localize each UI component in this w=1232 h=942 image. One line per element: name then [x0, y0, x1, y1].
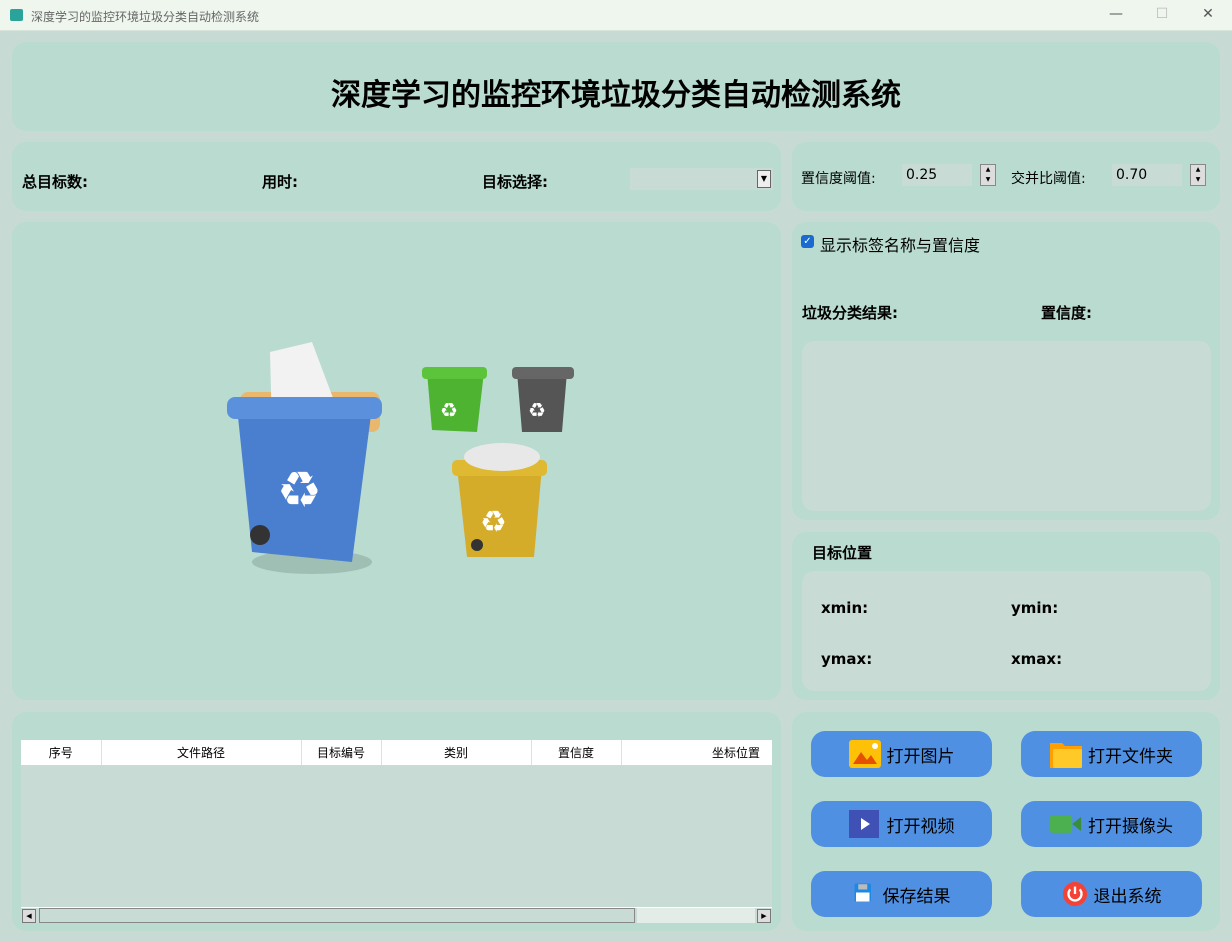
confidence-label: 置信度: [1041, 304, 1092, 322]
scroll-right-arrow[interactable]: ▶ [757, 909, 771, 923]
horizontal-scrollbar[interactable]: ◀ ▶ [21, 907, 772, 923]
xmin-label: xmin: [821, 599, 869, 617]
table-header: 序号 文件路径 目标编号 类别 置信度 坐标位置 [21, 740, 772, 765]
close-button[interactable]: ✕ [1198, 6, 1218, 22]
show-label-checkbox[interactable]: ✓ [801, 235, 814, 248]
save-icon [854, 883, 871, 902]
conf-threshold-stepper[interactable]: ▲ ▼ [980, 164, 996, 186]
iou-threshold-stepper[interactable]: ▲ ▼ [1190, 164, 1206, 186]
open-image-label: 打开图片 [886, 746, 955, 767]
scrollbar-track[interactable] [637, 908, 755, 923]
open-folder-button[interactable]: 打开文件夹 [1021, 731, 1202, 777]
position-title: 目标位置 [812, 544, 873, 562]
minimize-button[interactable]: — [1106, 6, 1126, 22]
result-panel: ✓ 显示标签名称与置信度 垃圾分类结果: 置信度: [792, 222, 1220, 520]
class-result-label: 垃圾分类结果: [802, 304, 898, 322]
open-image-button[interactable]: 打开图片 [811, 731, 992, 777]
threshold-panel: 置信度阈值: 0.25 ▲ ▼ 交并比阈值: 0.70 ▲ ▼ [792, 142, 1220, 211]
conf-threshold-input[interactable]: 0.25 [902, 164, 972, 186]
save-results-button[interactable]: 保存结果 [811, 871, 992, 917]
table-panel: 序号 文件路径 目标编号 类别 置信度 坐标位置 ◀ ▶ [12, 712, 781, 931]
power-icon [1062, 881, 1087, 907]
result-box [802, 341, 1211, 511]
position-panel: 目标位置 xmin: ymin: ymax: xmax: [792, 532, 1220, 700]
garbage-bins-illustration: ♻ ♻ ♻ ♻ [227, 342, 574, 574]
scrollbar-thumb[interactable] [39, 908, 635, 923]
position-box: xmin: ymin: ymax: xmax: [802, 571, 1211, 691]
page-title: 深度学习的监控环境垃圾分类自动检测系统 [331, 78, 901, 113]
save-results-label: 保存结果 [882, 886, 951, 907]
xmax-label: xmax: [1011, 650, 1063, 668]
exit-system-button[interactable]: 退出系统 [1021, 871, 1202, 917]
ymax-label: ymax: [821, 650, 873, 668]
chevron-down-icon[interactable]: ▼ [757, 170, 771, 188]
header-panel: 深度学习的监控环境垃圾分类自动检测系统 [12, 42, 1220, 131]
total-targets-label: 总目标数: [22, 173, 88, 191]
target-select-label: 目标选择: [482, 173, 548, 191]
ymin-label: ymin: [1011, 599, 1059, 617]
col-class[interactable]: 类别 [381, 740, 532, 765]
open-folder-label: 打开文件夹 [1088, 746, 1173, 767]
title-bar: 深度学习的监控环境垃圾分类自动检测系统 — ☐ ✕ [0, 0, 1232, 31]
svg-text:♻: ♻ [277, 461, 322, 519]
show-label-text: 显示标签名称与置信度 [820, 236, 981, 255]
svg-text:♻: ♻ [480, 505, 507, 540]
svg-text:♻: ♻ [440, 398, 458, 422]
col-confidence[interactable]: 置信度 [531, 740, 622, 765]
col-target-id[interactable]: 目标编号 [301, 740, 382, 765]
maximize-button[interactable]: ☐ [1152, 6, 1172, 22]
exit-system-label: 退出系统 [1093, 886, 1162, 907]
results-table[interactable]: 序号 文件路径 目标编号 类别 置信度 坐标位置 ◀ ▶ [21, 740, 772, 923]
col-coordinates[interactable]: 坐标位置 [621, 740, 772, 765]
open-camera-label: 打开摄像头 [1088, 816, 1173, 837]
col-file-path[interactable]: 文件路径 [101, 740, 302, 765]
conf-threshold-label: 置信度阈值: [801, 171, 876, 187]
actions-panel: 打开图片 打开文件夹 打开视频 打开摄像头 保存结果 退出系统 [792, 712, 1220, 931]
scroll-left-arrow[interactable]: ◀ [22, 909, 36, 923]
window-title: 深度学习的监控环境垃圾分类自动检测系统 [31, 10, 260, 24]
iou-threshold-label: 交并比阈值: [1011, 171, 1086, 187]
image-display-panel: ♻ ♻ ♻ ♻ [12, 222, 781, 700]
open-camera-button[interactable]: 打开摄像头 [1021, 801, 1202, 847]
col-index[interactable]: 序号 [21, 740, 102, 765]
video-icon [848, 810, 879, 838]
svg-text:♻: ♻ [528, 398, 546, 422]
stats-panel: 总目标数: 用时: 目标选择: ▼ [12, 142, 781, 211]
camera-icon [1050, 815, 1082, 833]
image-icon [848, 740, 881, 768]
iou-threshold-input[interactable]: 0.70 [1112, 164, 1182, 186]
app-icon [10, 9, 23, 21]
folder-icon [1050, 743, 1082, 768]
target-select-dropdown[interactable]: ▼ [630, 168, 773, 190]
open-video-label: 打开视频 [886, 816, 955, 837]
open-video-button[interactable]: 打开视频 [811, 801, 992, 847]
time-label: 用时: [262, 173, 298, 191]
